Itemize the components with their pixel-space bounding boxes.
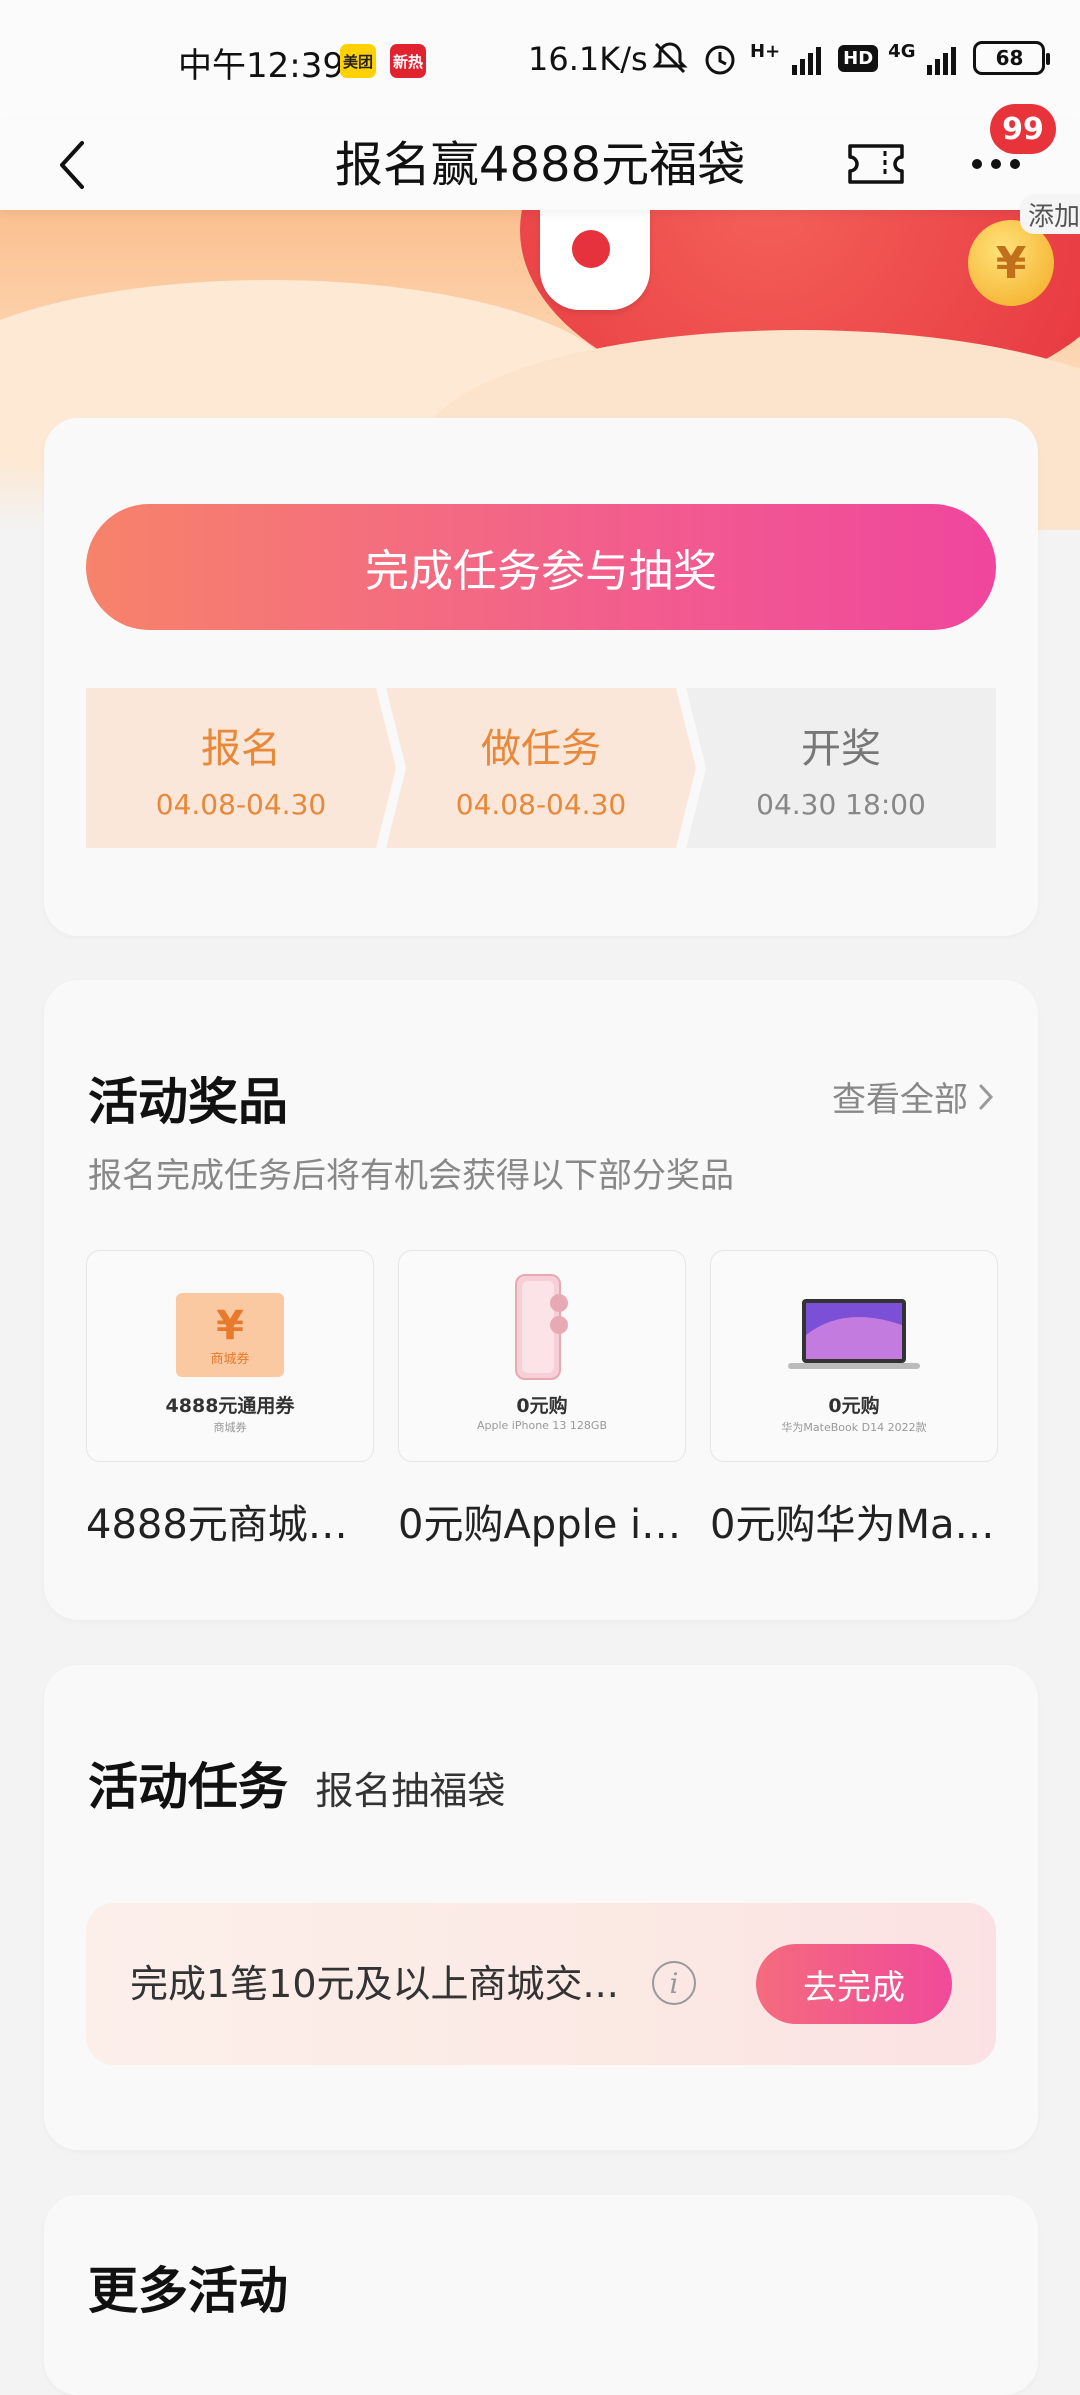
phone-image: [515, 1274, 568, 1380]
prizes-card: 活动奖品 查看全部 报名完成任务后将有机会获得以下部分奖品 ¥ 商城券 4888…: [44, 980, 1038, 1620]
join-lottery-button[interactable]: 完成任务参与抽奖: [86, 504, 996, 630]
nav-bar: 报名赢4888元福袋: [0, 120, 1080, 210]
progress-steps: 报名 04.08-04.30 做任务 04.08-04.30 开奖 04.30 …: [86, 688, 996, 848]
prize-image-title: 0元购: [516, 1395, 568, 1417]
step-date: 04.08-04.30: [155, 787, 327, 821]
chevron-right-icon: [979, 1084, 994, 1109]
more-activities-title: 更多活动: [88, 2262, 288, 2320]
complete-task-button[interactable]: 去完成: [756, 1944, 952, 2024]
prize-image-title: 4888元通用券: [165, 1395, 295, 1417]
prize-card-iphone[interactable]: 0元购 Apple iPhone 13 128GB: [398, 1250, 686, 1462]
network-speed: 16.1K/s: [528, 40, 648, 78]
more-activities-card: 更多活动: [44, 2195, 1038, 2395]
view-all-label: 查看全部: [832, 1080, 968, 1120]
prize-image-subtitle: 商城券: [213, 1421, 247, 1434]
view-all-link[interactable]: 查看全部: [832, 1072, 994, 1121]
signal-icon-2: [927, 47, 957, 75]
step-label: 开奖: [801, 725, 881, 772]
signup-card: 完成任务参与抽奖 报名 04.08-04.30 做任务 04.08-04.30 …: [44, 418, 1038, 936]
prize-card-matebook[interactable]: 0元购 华为MateBook D14 2022款: [710, 1250, 998, 1462]
info-icon[interactable]: i: [652, 1961, 696, 2005]
prize-name[interactable]: 4888元商城券...: [86, 1492, 376, 1550]
step-label: 做任务: [481, 725, 601, 772]
mute-icon: [652, 42, 688, 74]
prizes-subtitle: 报名完成任务后将有机会获得以下部分奖品: [88, 1156, 734, 1196]
page-title: 报名赢4888元福袋: [334, 137, 746, 193]
add-shortcut-tag[interactable]: 添加: [1020, 194, 1080, 234]
step-draw: 开奖 04.30 18:00: [686, 688, 996, 848]
notification-badge: 99: [990, 104, 1056, 154]
step-date: 04.08-04.30: [455, 787, 627, 821]
prize-image-subtitle: Apple iPhone 13 128GB: [477, 1419, 607, 1432]
step-date: 04.30 18:00: [756, 787, 926, 821]
task-item: 完成1笔10元及以上商城交... i 去完成: [86, 1903, 996, 2065]
coupon-image-text: 商城券: [210, 1351, 250, 1367]
battery-icon: 68: [973, 41, 1051, 75]
network-type-4g: 4G: [888, 40, 916, 62]
prizes-title: 活动奖品: [88, 1073, 288, 1131]
status-time: 中午12:39: [178, 46, 344, 86]
step-tasks: 做任务 04.08-04.30: [386, 688, 696, 848]
mascot-logo: [572, 230, 610, 268]
tasks-title-text: 活动任务: [88, 1758, 288, 1816]
alarm-icon: [705, 45, 735, 75]
signal-icon: [792, 47, 822, 75]
tasks-card: 活动任务 报名抽福袋 完成1笔10元及以上商城交... i 去完成: [44, 1665, 1038, 2150]
more-dots-icon: [972, 159, 1020, 169]
prize-image-subtitle: 华为MateBook D14 2022款: [781, 1421, 927, 1434]
ticket-icon: [848, 144, 904, 184]
status-icons: H+ HD 4G 68: [650, 36, 1051, 80]
tasks-title: 活动任务 报名抽福袋: [88, 1747, 505, 1819]
prize-card-coupon[interactable]: ¥ 商城券 4888元通用券 商城券: [86, 1250, 374, 1462]
laptop-image: [788, 1299, 920, 1369]
meituan-app-icon: 美团: [340, 44, 376, 78]
task-description: 完成1笔10元及以上商城交...: [130, 1962, 619, 2006]
prize-name[interactable]: 0元购华为Mat...: [710, 1492, 1000, 1550]
tasks-subtitle: 报名抽福袋: [315, 1769, 506, 1813]
ticket-button[interactable]: [846, 134, 906, 194]
coupon-image: ¥ 商城券: [176, 1293, 284, 1377]
step-signup: 报名 04.08-04.30: [86, 688, 396, 848]
prize-image-title: 0元购: [828, 1395, 880, 1417]
network-type-hplus: H+: [750, 40, 781, 62]
yuan-icon: ¥: [216, 1302, 244, 1349]
hd-icon: HD: [838, 44, 879, 72]
status-bar: 中午12:39 美团 新热 16.1K/s H+ HD 4G 68: [0, 0, 1080, 120]
step-label: 报名: [201, 725, 281, 772]
prize-name[interactable]: 0元购Apple iP...: [398, 1492, 688, 1550]
news-app-icon: 新热: [390, 44, 426, 78]
